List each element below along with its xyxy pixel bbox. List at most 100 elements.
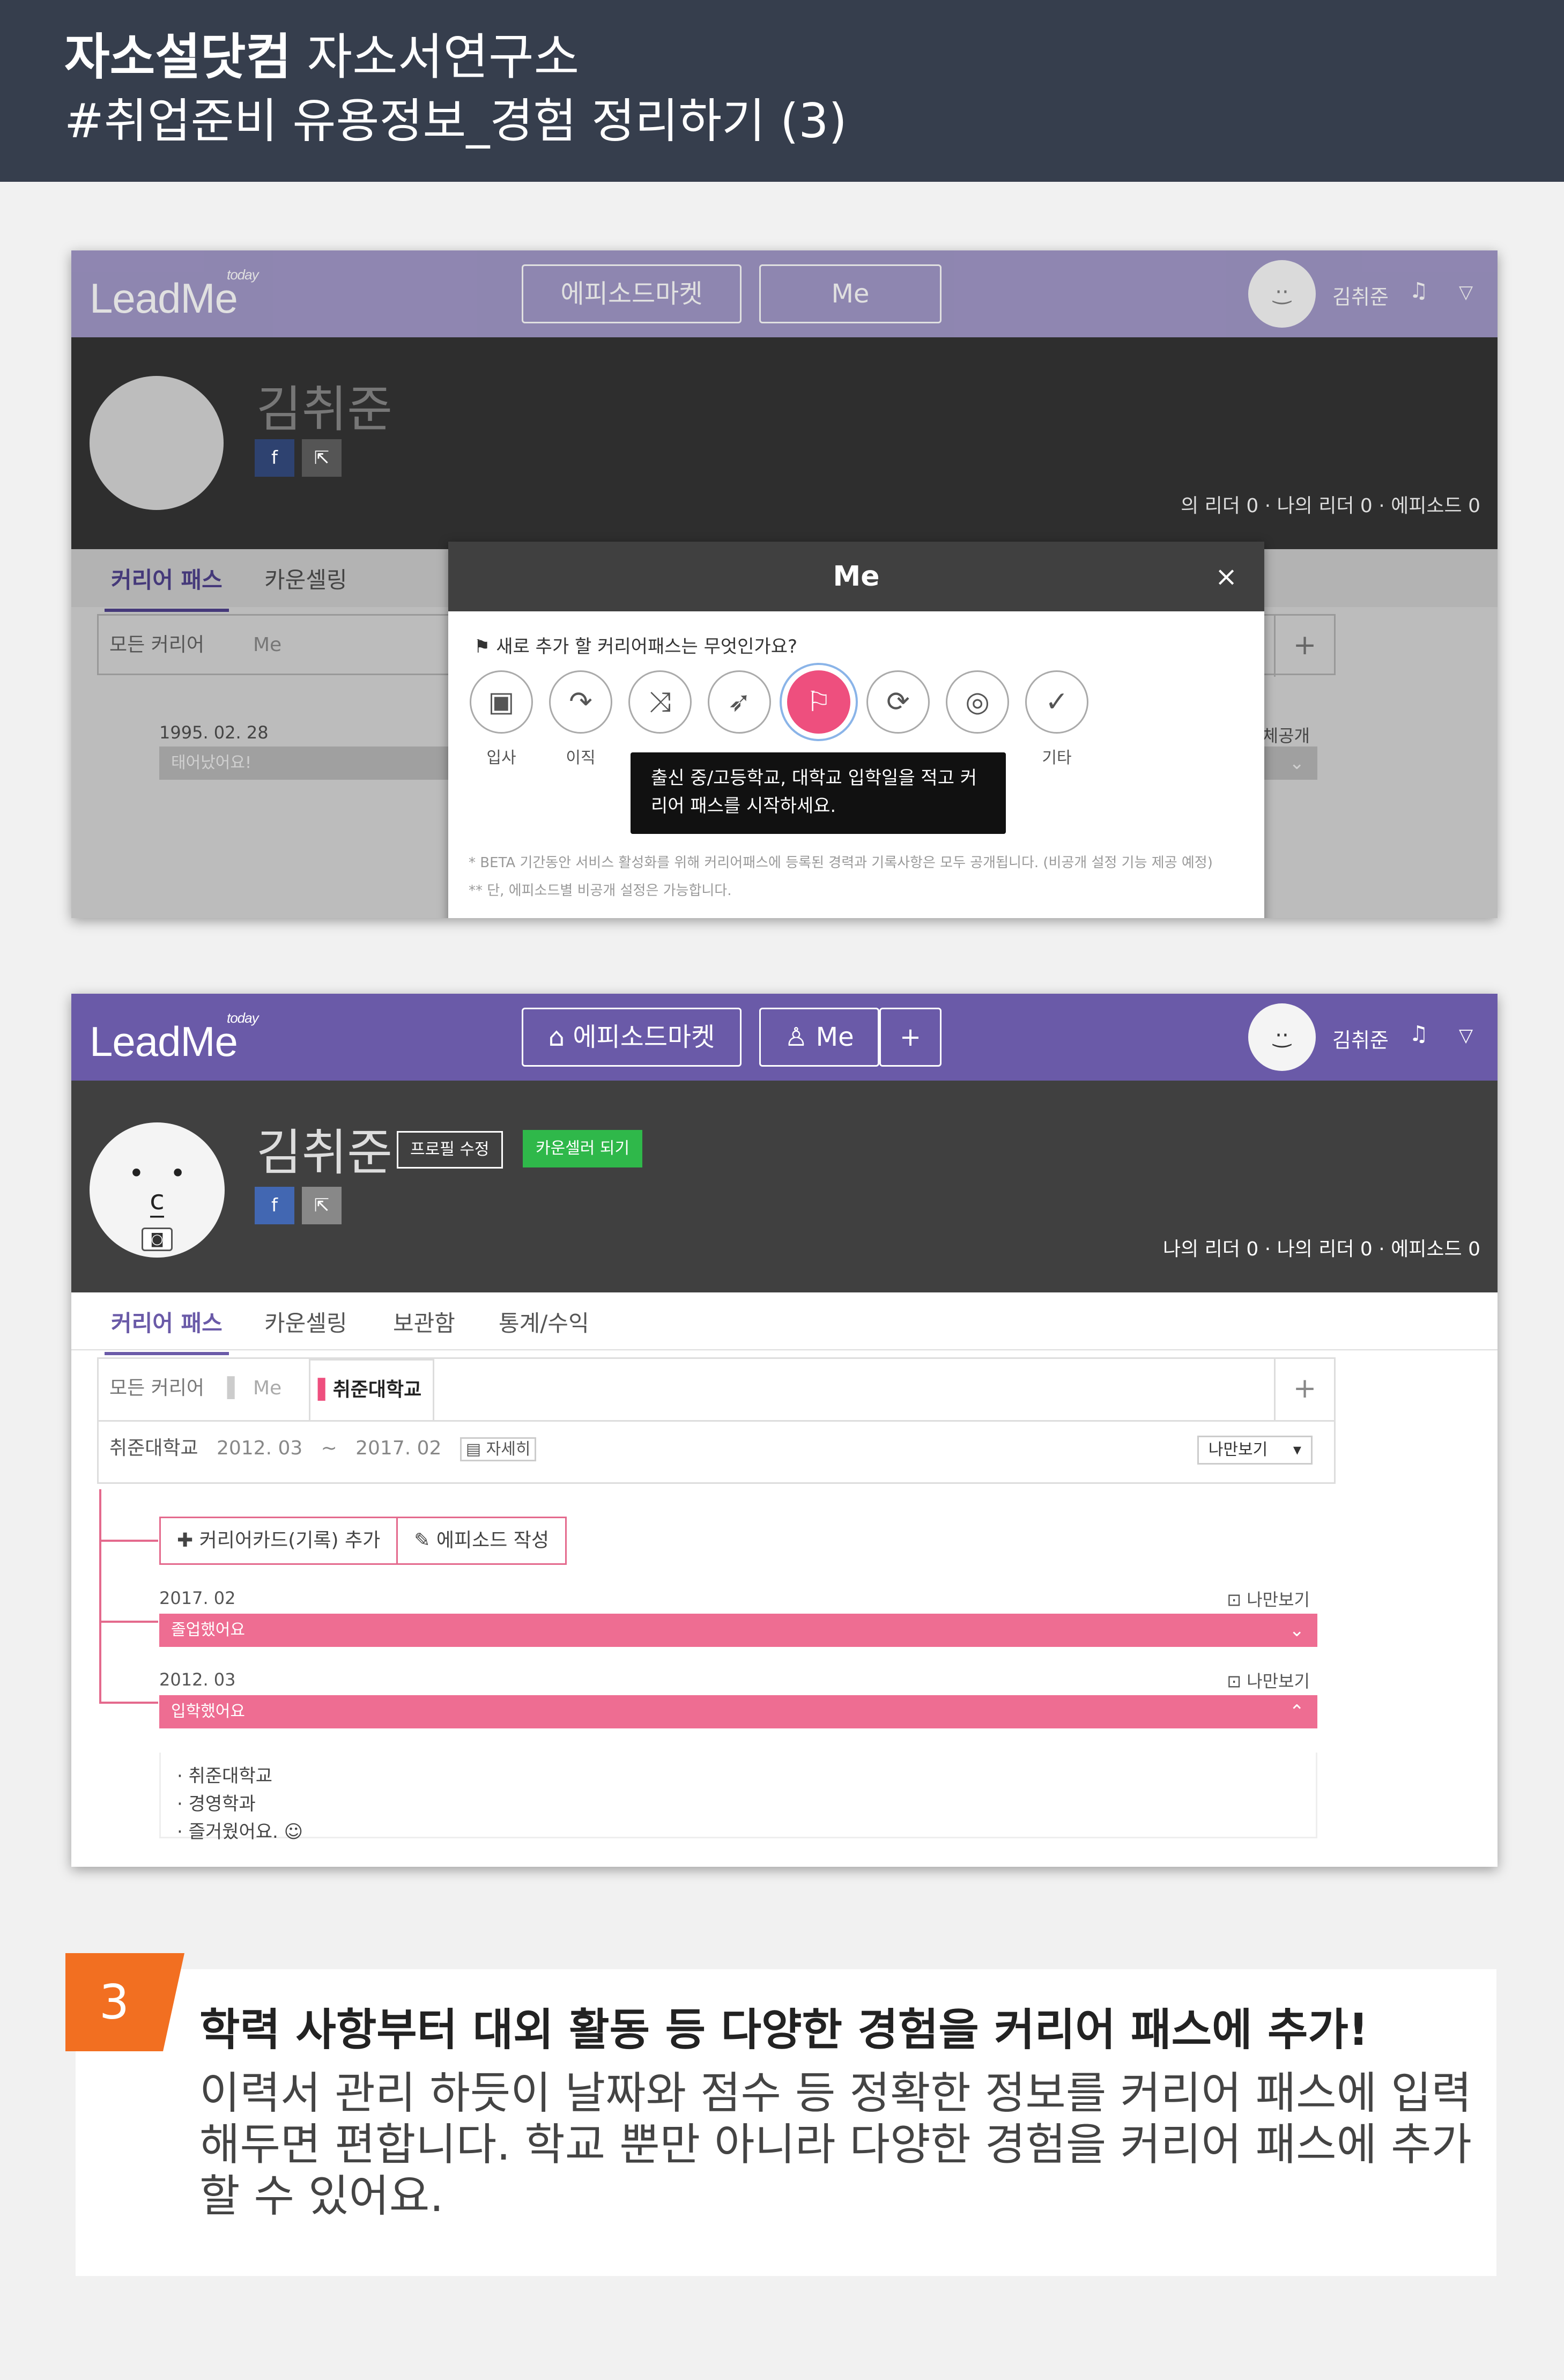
- tab-university[interactable]: ▌취준대학교: [309, 1359, 434, 1420]
- add-career-icon[interactable]: +: [1274, 616, 1334, 677]
- start-date: 2012. 03: [216, 1437, 303, 1459]
- tab-me[interactable]: Me: [253, 1359, 281, 1420]
- refresh-icon[interactable]: ⟳: [866, 670, 930, 734]
- document-icon: ▤: [465, 1440, 486, 1459]
- entry-date: 1995. 02. 28: [159, 722, 269, 743]
- chevron-up-icon[interactable]: ⌃: [1289, 1695, 1305, 1728]
- edit-profile-button[interactable]: 프로필 수정: [397, 1131, 503, 1169]
- flag-icon[interactable]: ⚐: [780, 663, 858, 741]
- tab-all-careers[interactable]: 모든 커리어: [109, 616, 204, 677]
- tab-counseling[interactable]: 카운셀링: [258, 562, 354, 609]
- career-info-row: 취준대학교 2012. 03 ~ 2017. 02 ▤ 자세히 나만보기 ▾: [99, 1420, 1334, 1482]
- profile-area: • • c ‾ ◙ 김취준 프로필 수정 카운셀러 되기 f ⇱ 나의 리더 0 ·…: [71, 1081, 1498, 1292]
- rocket-icon[interactable]: ➶: [708, 670, 771, 734]
- privacy-label[interactable]: ⊡ 나만보기: [1227, 1668, 1310, 1692]
- chevron-down-icon[interactable]: ▽: [1459, 1025, 1473, 1046]
- privacy-label[interactable]: ⊡ 나만보기: [1227, 1586, 1310, 1611]
- camera-icon[interactable]: ◙: [142, 1228, 173, 1251]
- profile-name: 김취준: [256, 1124, 392, 1181]
- entry-date: 2012. 03: [159, 1669, 236, 1690]
- me-button[interactable]: ♙ Me: [759, 1008, 879, 1067]
- entry-bar[interactable]: 입학했어요 ⌃: [159, 1695, 1317, 1728]
- tab-all-careers[interactable]: 모든 커리어: [109, 1359, 204, 1420]
- bell-icon[interactable]: ♫: [1409, 1022, 1428, 1046]
- avatar[interactable]: ·͜·: [1248, 260, 1316, 328]
- external-link-icon[interactable]: ⇱: [302, 439, 342, 477]
- timeline-line: [99, 1489, 101, 1704]
- briefcase-icon[interactable]: ▣: [470, 670, 533, 734]
- date-separator: ~: [321, 1437, 337, 1459]
- profile-name: 김취준: [256, 381, 392, 438]
- me-button[interactable]: Me: [759, 264, 942, 323]
- tab-counseling[interactable]: 카운셀링: [258, 1305, 354, 1352]
- top-nav: LeadMe today 에피소드마켓 Me ·͜· 김취준 ♫ ▽: [71, 250, 1498, 337]
- close-icon[interactable]: ×: [1215, 542, 1237, 611]
- career-panel: 모든 커리어 ▌ Me ▌취준대학교 + 취준대학교 2012. 03 ~ 20…: [97, 1357, 1336, 1484]
- step-title: 학력 사항부터 대외 활동 등 다양한 경험을 커리어 패스에 추가!: [199, 2005, 1369, 2056]
- detail-button[interactable]: ▤ 자세히: [459, 1437, 537, 1461]
- tooltip: 출신 중/고등학교, 대학교 입학일을 적고 커리어 패스를 시작하세요.: [631, 752, 1006, 834]
- brand-name: 자소설닷컴: [64, 28, 292, 86]
- facebook-icon[interactable]: f: [255, 439, 294, 477]
- option-label: 입사: [486, 749, 516, 767]
- lab-name: 자소서연구소: [307, 28, 580, 86]
- profile-avatar[interactable]: • • c ‾ ◙: [90, 1122, 225, 1258]
- entry-bar[interactable]: 졸업했어요 ⌄: [159, 1614, 1317, 1647]
- chevron-down-icon[interactable]: ⌄: [1289, 1614, 1305, 1647]
- episode-market-button[interactable]: ⌂ 에피소드마켓: [522, 1008, 742, 1067]
- user-name[interactable]: 김취준: [1332, 280, 1389, 310]
- add-career-icon[interactable]: +: [1274, 1359, 1334, 1420]
- option-label: 이직: [566, 749, 596, 767]
- article-header: 자소설닷컴 자소서연구소 #취업준비 유용정보_경험 정리하기 (3): [0, 0, 1564, 182]
- add-button[interactable]: +: [879, 1008, 942, 1067]
- visibility-select[interactable]: 나만보기 ▾: [1197, 1436, 1313, 1465]
- flag-icon: ⚑: [474, 636, 496, 657]
- bell-icon[interactable]: ♫: [1409, 278, 1428, 303]
- lock-icon: ⊡: [1227, 1590, 1247, 1610]
- chevron-down-icon[interactable]: ▽: [1459, 282, 1473, 303]
- tab-me[interactable]: Me: [253, 616, 281, 677]
- tab-career-path[interactable]: 커리어 패스: [105, 1305, 229, 1355]
- profile-stats: 나의 리더 0 · 나의 리더 0 · 에피소드 0: [1162, 1238, 1480, 1260]
- option-label: 기타: [1042, 749, 1072, 767]
- timeline-branch: [99, 1702, 158, 1704]
- arrow-icon[interactable]: ↷: [549, 670, 612, 734]
- external-link-icon[interactable]: ⇱: [302, 1187, 342, 1224]
- timeline-branch: [99, 1540, 158, 1542]
- profile-area: 김취준 f ⇱ 의 리더 0 · 나의 리더 0 · 에피소드 0: [71, 337, 1498, 549]
- lock-icon: ⊡: [1227, 1671, 1247, 1691]
- shuffle-icon[interactable]: ⤨: [628, 670, 692, 734]
- divider: ▌: [227, 1377, 242, 1399]
- add-career-modal: Me × ⚑ 새로 추가 할 커리어패스는 무엇인가요? ▣ ↷ ⤨ ➶ ⚐ ⟳…: [448, 542, 1264, 918]
- add-icon: ✚: [177, 1529, 199, 1551]
- timeline-branch: [99, 1621, 158, 1623]
- entry-detail: · 취준대학교 · 경영학과 · 즐거웠어요. ☺: [159, 1753, 1317, 1843]
- article-subtitle: #취업준비 유용정보_경험 정리하기 (3): [64, 93, 847, 149]
- episode-market-button[interactable]: 에피소드마켓: [522, 264, 742, 323]
- end-date: 2017. 02: [355, 1437, 442, 1459]
- add-career-card-button[interactable]: ✚ 커리어카드(기록) 추가: [161, 1518, 398, 1563]
- target-icon[interactable]: ◎: [946, 670, 1009, 734]
- check-icon[interactable]: ✓: [1025, 670, 1088, 734]
- tab-bar: 커리어 패스 카운셀링 보관함 통계/수익: [71, 1292, 1498, 1355]
- chevron-down-icon[interactable]: ⌄: [1289, 746, 1305, 780]
- facebook-icon[interactable]: f: [255, 1187, 294, 1224]
- logo[interactable]: LeadMe today: [90, 1010, 259, 1066]
- user-name[interactable]: 김취준: [1332, 1024, 1389, 1053]
- profile-avatar[interactable]: [90, 376, 224, 510]
- screenshot-career-path: LeadMe today ⌂ 에피소드마켓 ♙ Me + ·͜· 김취준 ♫ ▽ …: [71, 994, 1498, 1867]
- user-icon: ♙: [784, 1022, 816, 1052]
- logo[interactable]: LeadMe today: [90, 267, 259, 323]
- modal-question: ⚑ 새로 추가 할 커리어패스는 무엇인가요?: [474, 636, 798, 657]
- profile-stats: 의 리더 0 · 나의 리더 0 · 에피소드 0: [1181, 495, 1480, 517]
- tab-stats[interactable]: 통계/수익: [492, 1305, 596, 1352]
- become-counselor-button[interactable]: 카운셀러 되기: [523, 1130, 643, 1167]
- tab-archive[interactable]: 보관함: [387, 1305, 462, 1352]
- avatar[interactable]: ·͜·: [1248, 1003, 1316, 1071]
- step-body: 이력서 관리 하듯이 날짜와 점수 등 정확한 정보를 커리어 패스에 입력해두…: [199, 2068, 1472, 2222]
- write-episode-button[interactable]: ✎ 에피소드 작성: [398, 1518, 565, 1563]
- pencil-icon: ✎: [414, 1529, 436, 1551]
- modal-title: Me: [448, 542, 1264, 611]
- tab-career-path[interactable]: 커리어 패스: [105, 562, 229, 612]
- store-icon: ⌂: [548, 1022, 573, 1052]
